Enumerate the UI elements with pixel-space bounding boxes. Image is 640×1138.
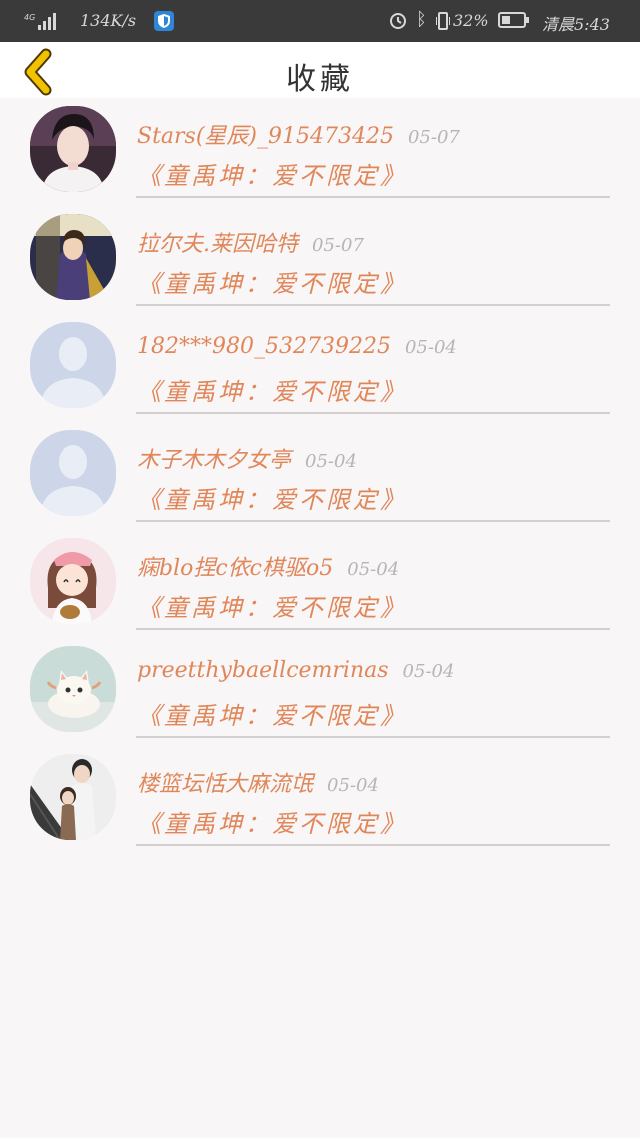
- user-name: 拉尔夫.莱因哈特: [137, 232, 298, 257]
- user-name-row: 楼篮坛恬大麻流氓 05-04: [137, 766, 379, 798]
- divider: [136, 736, 610, 738]
- item-title: 《童禹坤：爱不限定》: [137, 162, 407, 190]
- status-bar: 4G 134K/s ᛒ 32% 清晨5:43: [0, 0, 640, 42]
- default-avatar-icon: [30, 322, 116, 408]
- user-name: 楼篮坛恬大麻流氓: [137, 772, 314, 797]
- user-name-row: Stars(星辰)_915473425 05-07: [137, 118, 460, 150]
- list-item[interactable]: 182***980_532739225 05-04 《童禹坤：爱不限定》: [0, 314, 640, 422]
- list-item[interactable]: preetthybaellcemrinas 05-04 《童禹坤：爱不限定》: [0, 638, 640, 746]
- user-name: 182***980_532739225: [137, 334, 391, 359]
- avatar: [30, 646, 116, 732]
- item-date: 05-07: [312, 235, 364, 256]
- clock: 清晨5:43: [542, 15, 610, 34]
- user-name-row: 木子木木夕女亭 05-04: [137, 442, 357, 474]
- item-date: 05-04: [402, 661, 455, 682]
- user-name: Stars(星辰)_915473425: [137, 124, 394, 149]
- network-type-label: 4G: [24, 13, 35, 22]
- bluetooth-icon: ᛒ: [416, 9, 427, 30]
- divider: [136, 412, 610, 414]
- default-avatar-icon: [30, 430, 116, 516]
- battery-icon: [498, 12, 529, 28]
- item-title: 《童禹坤：爱不限定》: [137, 702, 407, 730]
- page-title: 收藏: [286, 62, 354, 97]
- favorites-list: Stars(星辰)_915473425 05-07 《童禹坤：爱不限定》 拉尔夫.…: [0, 98, 640, 854]
- list-item[interactable]: 木子木木夕女亭 05-04 《童禹坤：爱不限定》: [0, 422, 640, 530]
- alarm-icon: [388, 10, 408, 30]
- list-item[interactable]: 楼篮坛恬大麻流氓 05-04 《童禹坤：爱不限定》: [0, 746, 640, 854]
- avatar: [30, 538, 116, 624]
- item-date: 05-04: [327, 775, 379, 796]
- network-speed: 134K/s: [80, 11, 137, 30]
- list-item[interactable]: 拉尔夫.莱因哈特 05-07 《童禹坤：爱不限定》: [0, 206, 640, 314]
- item-date: 05-07: [407, 127, 460, 148]
- item-title: 《童禹坤：爱不限定》: [137, 486, 407, 514]
- user-name: preetthybaellcemrinas: [137, 658, 389, 683]
- user-name-row: 痫blo捏c依c棋驱o5 05-04: [137, 550, 399, 582]
- divider: [136, 196, 610, 198]
- battery-percent: 32%: [453, 11, 489, 30]
- item-title: 《童禹坤：爱不限定》: [137, 810, 407, 838]
- item-title: 《童禹坤：爱不限定》: [137, 378, 407, 406]
- item-date: 05-04: [305, 451, 357, 472]
- list-item[interactable]: Stars(星辰)_915473425 05-07 《童禹坤：爱不限定》: [0, 98, 640, 206]
- item-date: 05-04: [347, 559, 400, 580]
- item-date: 05-04: [404, 337, 457, 358]
- list-item[interactable]: 痫blo捏c依c棋驱o5 05-04 《童禹坤：爱不限定》: [0, 530, 640, 638]
- item-title: 《童禹坤：爱不限定》: [137, 270, 407, 298]
- user-name-row: 拉尔夫.莱因哈特 05-07: [137, 226, 364, 258]
- avatar: [30, 106, 116, 192]
- user-name: 木子木木夕女亭: [137, 448, 292, 473]
- user-name-row: preetthybaellcemrinas 05-04: [137, 658, 454, 683]
- avatar: [30, 754, 116, 840]
- shield-icon: [154, 11, 174, 31]
- divider: [136, 304, 610, 306]
- user-name-row: 182***980_532739225 05-04: [137, 334, 457, 359]
- divider: [136, 628, 610, 630]
- divider: [136, 844, 610, 846]
- title-bar: 收藏: [0, 42, 640, 98]
- item-title: 《童禹坤：爱不限定》: [137, 594, 407, 622]
- signal-icon: 4G: [24, 11, 58, 31]
- vibrate-icon: [436, 11, 450, 31]
- avatar: [30, 214, 116, 300]
- divider: [136, 520, 610, 522]
- user-name: 痫blo捏c依c棋驱o5: [137, 556, 334, 581]
